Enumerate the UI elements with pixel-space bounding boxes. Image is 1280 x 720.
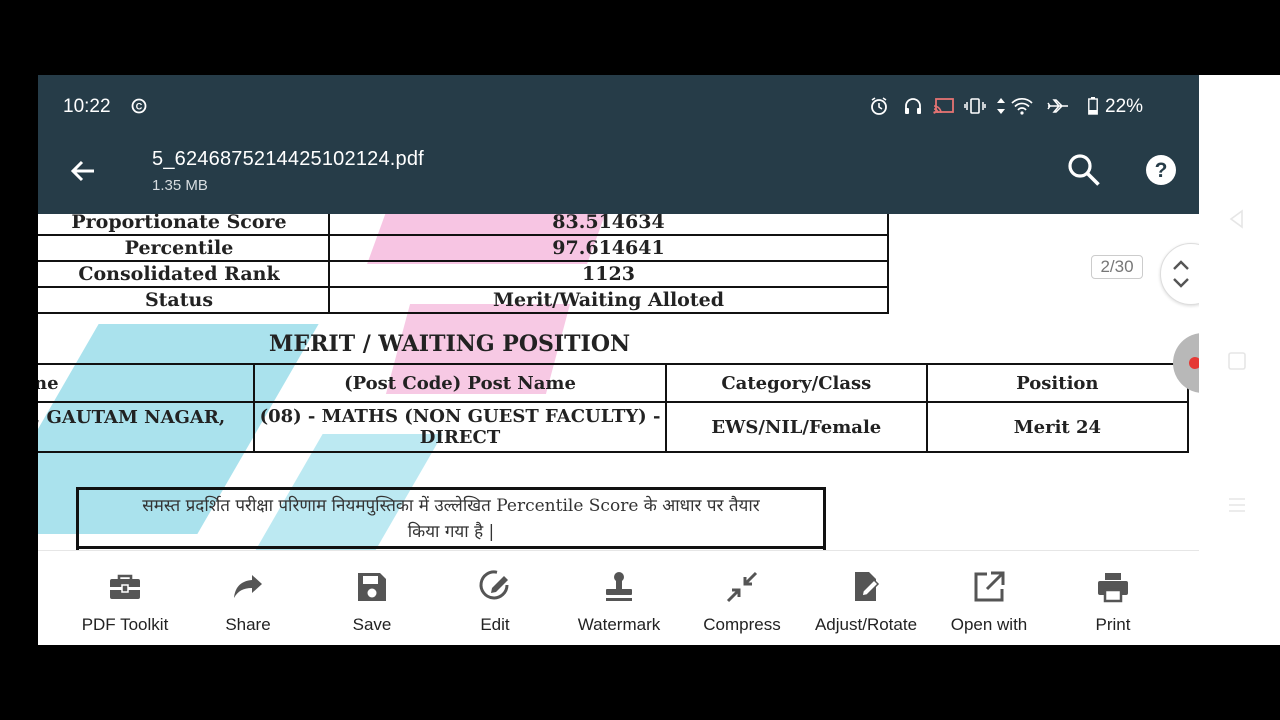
column-header: (Post Code) Post Name (253, 363, 667, 403)
vibrate-icon (964, 95, 986, 117)
table-cell: , GAUTAM NAGAR, (38, 401, 256, 453)
summary-value: 1123 (328, 260, 889, 288)
open-external-icon (974, 571, 1005, 602)
merit-position-table: ne (Post Code) Post Name Category/Class … (38, 363, 1190, 453)
page-scroll-button[interactable] (1160, 243, 1199, 305)
table-cell: Merit 24 (925, 401, 1190, 453)
edit-button[interactable]: Edit (433, 551, 557, 645)
data-arrows-icon (994, 95, 1008, 117)
file-size: 1.35 MB (152, 177, 208, 194)
compress-arrows-icon (726, 571, 758, 603)
alarm-icon (868, 95, 890, 117)
toolbar-label: Share (225, 615, 271, 634)
compress-button[interactable]: Compress (680, 551, 804, 645)
bottom-toolbar: PDF Toolkit Share Save Edit Watermark Co… (38, 550, 1199, 645)
adjust-rotate-button[interactable]: Adjust/Rotate (804, 551, 928, 645)
note-line: समस्त प्रदर्शित परीक्षा परिणाम नियमपुस्त… (142, 496, 760, 516)
section-heading: MERIT / WAITING POSITION (269, 331, 631, 357)
toolbar-label: Open with (950, 615, 1028, 634)
summary-label: Consolidated Rank (38, 260, 330, 288)
toolbox-icon (110, 574, 140, 599)
toolbar-label: Edit (480, 615, 510, 634)
watermark-button[interactable]: Watermark (557, 551, 681, 645)
save-button[interactable]: Save (310, 551, 434, 645)
printer-icon (1098, 573, 1128, 603)
score-summary-table: Proportionate Score 83.514634 Percentile… (38, 214, 889, 314)
toolbar-label: PDF Toolkit (81, 615, 169, 634)
table-header-row: ne (Post Code) Post Name Category/Class … (38, 363, 1190, 403)
page-edit-icon (855, 572, 880, 601)
column-header: Position (925, 363, 1190, 403)
airplane-icon (1046, 95, 1070, 117)
share-arrow-icon (234, 575, 262, 598)
svg-text:?: ? (1155, 159, 1168, 182)
table-row: Consolidated Rank 1123 (38, 260, 889, 288)
table-row: Proportionate Score 83.514634 (38, 214, 889, 236)
status-time: 10:22 (63, 96, 111, 117)
back-arrow-icon[interactable] (66, 154, 100, 188)
toolbar-label: Adjust/Rotate (814, 615, 918, 634)
table-cell: EWS/NIL/Female (664, 401, 928, 453)
note-box: समस्त प्रदर्शित परीक्षा परिणाम नियमपुस्त… (76, 487, 826, 550)
record-dot-icon (1189, 357, 1199, 369)
table-row: Percentile 97.614641 (38, 234, 889, 262)
pdf-toolkit-button[interactable]: PDF Toolkit (63, 551, 187, 645)
toolbar-label: Print (1095, 615, 1131, 634)
wifi-icon (1010, 95, 1034, 117)
table-cell: (08) - MATHS (NON GUEST FACULTY) - DIREC… (253, 401, 667, 453)
note-line: किया गया है | (407, 522, 495, 542)
summary-value: Merit/Waiting Alloted (328, 286, 889, 314)
pencil-circle-icon (479, 570, 509, 600)
toolbar-label: Compress (703, 615, 781, 634)
screen-cast-icon (932, 95, 956, 117)
summary-label: Proportionate Score (38, 214, 330, 236)
nav-home-icon[interactable] (1226, 350, 1248, 372)
summary-label: Percentile (38, 234, 330, 262)
print-button[interactable]: Print (1051, 551, 1175, 645)
toolbar-label: Watermark (577, 615, 661, 634)
page-indicator: 2/30 (1091, 255, 1143, 279)
table-row: , GAUTAM NAGAR, (08) - MATHS (NON GUEST … (38, 401, 1190, 453)
table-row: Status Merit/Waiting Alloted (38, 286, 889, 314)
battery-icon (1086, 95, 1100, 117)
summary-value: 97.614641 (328, 234, 889, 262)
chevron-up-down-icon (1173, 260, 1189, 288)
share-button[interactable]: Share (186, 551, 310, 645)
help-icon[interactable]: ? (1141, 150, 1181, 190)
column-header: Category/Class (664, 363, 928, 403)
phone-screen: 10:22 C 22% 5_6246875214425102124.pdf 1.… (38, 75, 1199, 645)
status-bar: 10:22 C 22% (38, 75, 1199, 126)
file-name: 5_6246875214425102124.pdf (152, 148, 424, 170)
app-bar: 5_6246875214425102124.pdf 1.35 MB ? (38, 126, 1199, 214)
summary-label: Status (38, 286, 330, 314)
pdf-page-view[interactable]: Proportionate Score 83.514634 Percentile… (38, 214, 1199, 550)
cast-c-icon: C (130, 95, 148, 117)
battery-percent: 22% (1105, 96, 1144, 117)
stamp-icon (606, 572, 632, 601)
nav-menu-icon[interactable] (1226, 494, 1248, 516)
headset-icon (902, 95, 924, 117)
floppy-disk-icon (358, 573, 386, 601)
column-header: ne (38, 363, 256, 403)
open-with-button[interactable]: Open with (927, 551, 1051, 645)
nav-back-icon[interactable] (1226, 208, 1248, 230)
search-icon[interactable] (1064, 150, 1104, 190)
toolbar-label: Save (352, 615, 392, 634)
summary-value: 83.514634 (328, 214, 889, 236)
svg-text:C: C (136, 102, 143, 112)
